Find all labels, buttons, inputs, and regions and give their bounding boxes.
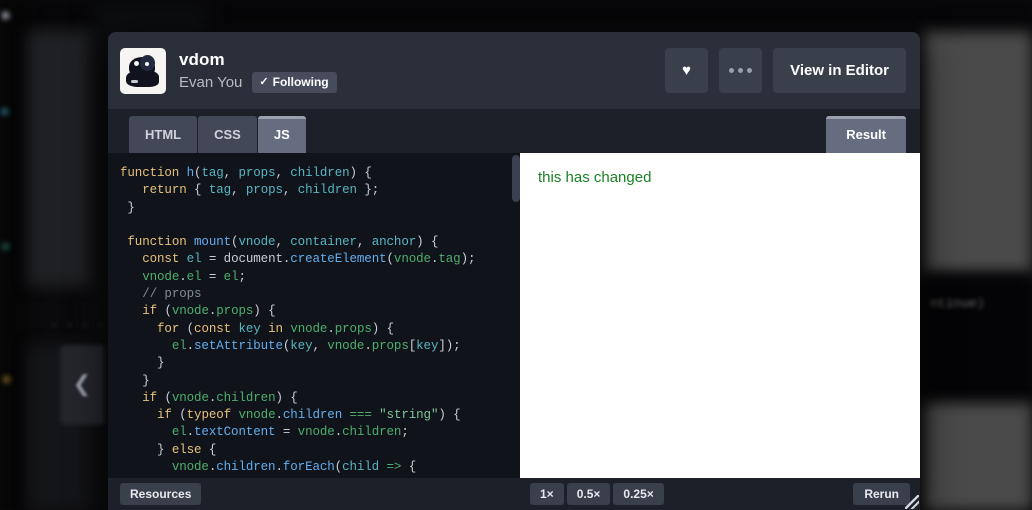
following-label: Following	[272, 74, 329, 89]
scrollbar-thumb[interactable]	[512, 155, 520, 202]
editor-tabs: HTML CSS JS	[129, 116, 306, 153]
tab-js[interactable]: JS	[257, 116, 306, 153]
tab-result[interactable]: Result	[826, 116, 906, 153]
backdrop-right-text: ntinue)	[930, 296, 985, 311]
code-editor-content[interactable]: function h(tag, props, children) { retur…	[108, 153, 520, 476]
footer-right: 1× 0.5× 0.25× Rerun	[520, 483, 920, 505]
backdrop-dot-3	[2, 243, 9, 250]
page-title: vdom	[179, 49, 225, 69]
view-in-editor-button[interactable]: View in Editor	[773, 48, 906, 93]
heart-icon: ♥	[682, 62, 692, 79]
tab-html[interactable]: HTML	[129, 116, 198, 153]
backdrop-dots-row: • • • •	[52, 318, 107, 332]
backdrop-left-panel	[28, 30, 90, 286]
resources-button[interactable]: Resources	[120, 483, 202, 505]
zoom-1x-button[interactable]: 1×	[530, 483, 564, 505]
avatar-highlight-1	[134, 60, 139, 66]
avatar-highlight-3	[131, 79, 138, 83]
result-output-text: this has changed	[538, 169, 652, 186]
backdrop-right-panel-bottom	[924, 403, 1032, 510]
codepen-window: vdom Evan You ✓ Following ♥ View in Edit…	[108, 32, 920, 510]
backdrop-dot-4	[3, 376, 10, 383]
backdrop-dot-2	[1, 108, 8, 115]
pen-body: function h(tag, props, children) { retur…	[108, 153, 920, 478]
pen-header: vdom Evan You ✓ Following ♥ View in Edit…	[108, 32, 920, 109]
desktop-backdrop: • • • • ❮ ntinue) vdom Evan You ✓ Follow…	[0, 0, 1032, 510]
rerun-button[interactable]: Rerun	[853, 483, 910, 505]
backdrop-right-panel-mid	[924, 274, 1032, 404]
zoom-025x-button[interactable]: 0.25×	[613, 483, 664, 505]
pen-meta: vdom Evan You ✓ Following	[179, 49, 665, 93]
backdrop-left-column	[0, 0, 26, 510]
result-preview-pane[interactable]: this has changed	[520, 153, 920, 478]
check-icon: ✓	[259, 75, 269, 88]
tab-bar: HTML CSS JS Result	[108, 109, 920, 153]
zoom-level-group: 1× 0.5× 0.25×	[530, 483, 664, 505]
tab-css[interactable]: CSS	[198, 116, 257, 153]
footer-left: Resources	[108, 483, 520, 505]
code-vertical-scrollbar[interactable]	[511, 153, 520, 478]
pen-footer: Resources 1× 0.5× 0.25× Rerun	[108, 478, 920, 510]
chevron-left-icon[interactable]: ❮	[68, 370, 96, 398]
backdrop-right-panel-top	[924, 32, 1032, 274]
more-options-button[interactable]	[719, 48, 763, 93]
author-name[interactable]: Evan You	[179, 73, 242, 92]
like-button[interactable]: ♥	[665, 48, 709, 93]
ellipsis-icon	[729, 68, 753, 73]
header-actions: ♥ View in Editor	[665, 48, 906, 93]
resize-handle-icon[interactable]	[905, 495, 919, 509]
avatar-highlight-2	[145, 61, 149, 66]
avatar[interactable]	[120, 47, 166, 94]
code-editor-pane[interactable]: function h(tag, props, children) { retur…	[108, 153, 520, 478]
pen-byline: Evan You ✓ Following	[179, 71, 665, 93]
zoom-05x-button[interactable]: 0.5×	[566, 483, 611, 505]
backdrop-dot-1	[2, 12, 9, 19]
following-button[interactable]: ✓ Following	[252, 71, 337, 93]
